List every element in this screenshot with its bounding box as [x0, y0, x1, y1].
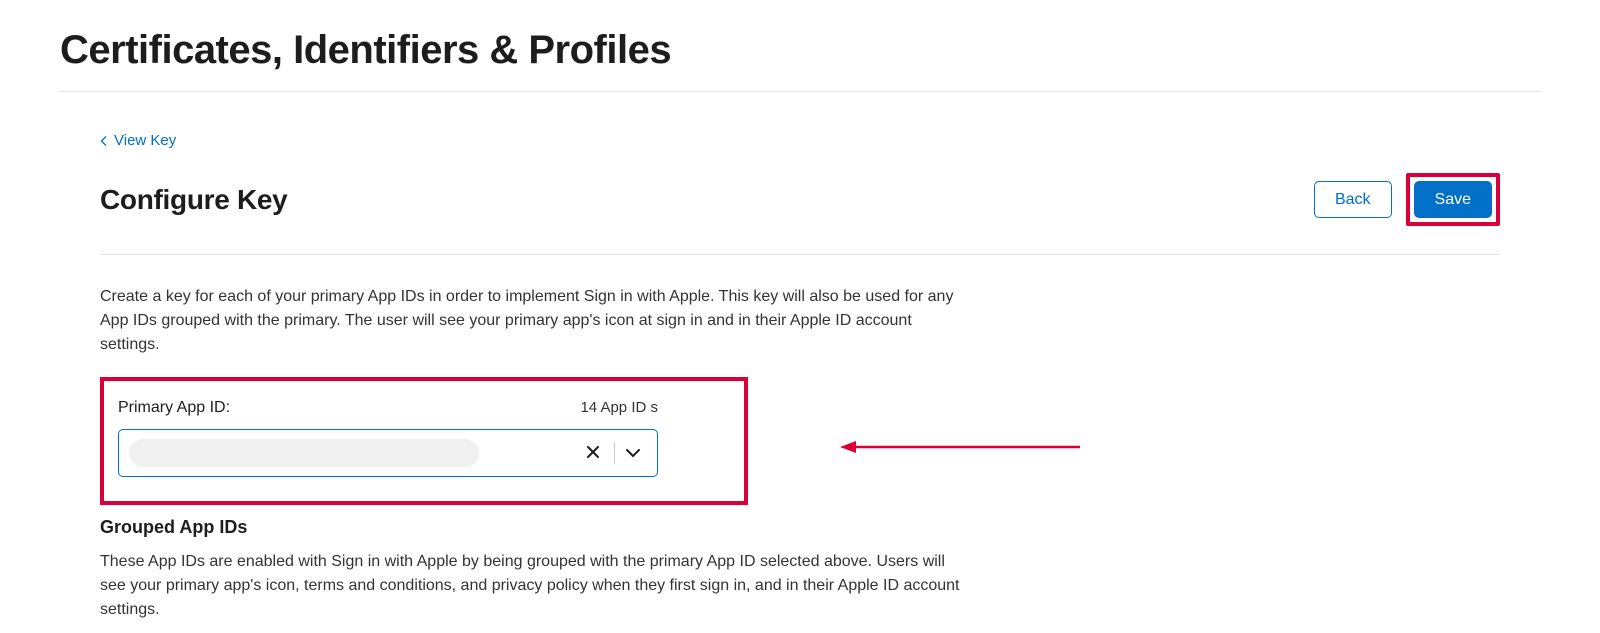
- grouped-description: These App IDs are enabled with Sign in w…: [100, 550, 960, 622]
- primary-app-id-label: Primary App ID:: [118, 399, 230, 417]
- back-button[interactable]: Back: [1314, 181, 1392, 218]
- annotation-arrow: [840, 437, 1080, 457]
- grouped-title: Grouped App IDs: [100, 517, 1500, 538]
- page-title: Certificates, Identifiers & Profiles: [60, 0, 1540, 92]
- clear-icon[interactable]: [576, 443, 610, 464]
- description-text: Create a key for each of your primary Ap…: [100, 285, 960, 357]
- chevron-left-icon: [100, 136, 108, 146]
- annotation-save-highlight: Save: [1406, 173, 1500, 226]
- section-title: Configure Key: [100, 184, 287, 216]
- primary-app-id-count: 14 App ID s: [580, 399, 658, 416]
- annotation-primary-highlight: Primary App ID: 14 App ID s: [100, 377, 748, 505]
- chevron-down-icon[interactable]: [619, 448, 647, 458]
- breadcrumb-label: View Key: [114, 132, 176, 149]
- selected-value-redacted: [129, 439, 479, 467]
- divider: [614, 442, 615, 464]
- primary-app-id-select[interactable]: [118, 429, 658, 477]
- breadcrumb-view-key[interactable]: View Key: [100, 132, 176, 149]
- save-button[interactable]: Save: [1414, 181, 1492, 218]
